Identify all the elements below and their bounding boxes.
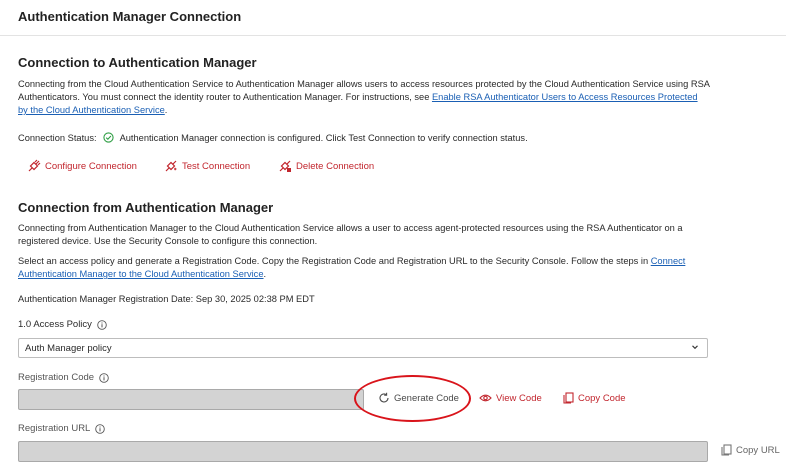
copy-url-button[interactable]: Copy URL xyxy=(721,444,780,456)
delete-connection-button[interactable]: Delete Connection xyxy=(278,159,374,173)
registration-code-label-text: Registration Code xyxy=(18,372,95,383)
section-title-from-am: Connection from Authentication Manager xyxy=(18,200,274,215)
generate-code-button[interactable]: Generate Code xyxy=(378,392,459,404)
access-policy-selected-value: Auth Manager policy xyxy=(25,342,112,354)
copy-url-label: Copy URL xyxy=(736,444,780,456)
from-am-description-line2: registered device. Use the Security Cons… xyxy=(18,236,318,246)
enable-rsa-authenticator-link[interactable]: Enable RSA Authenticator Users to Access… xyxy=(432,92,698,102)
from-am-description: Connecting from Authentication Manager t… xyxy=(18,222,718,248)
access-policy-select[interactable]: Auth Manager policy xyxy=(18,338,708,358)
info-icon[interactable] xyxy=(99,372,109,383)
plug-icon xyxy=(28,159,41,172)
registration-date: Authentication Manager Registration Date… xyxy=(18,294,315,304)
to-am-description: Connecting from the Cloud Authentication… xyxy=(18,78,718,117)
eye-icon xyxy=(479,394,492,402)
connection-status-row: Connection Status: Authentication Manage… xyxy=(18,132,528,143)
connect-am-link-cont[interactable]: Authentication Manager to the Cloud Auth… xyxy=(18,269,264,279)
view-code-button[interactable]: View Code xyxy=(479,392,542,404)
section-title-to-am: Connection to Authentication Manager xyxy=(18,55,257,70)
refresh-icon xyxy=(379,392,389,403)
copy-icon xyxy=(563,392,574,404)
to-am-description-line3: by the Cloud Authentication Service. xyxy=(18,104,718,117)
to-am-description-line2: Authenticators. You must connect the ide… xyxy=(18,91,718,104)
check-circle-icon xyxy=(102,132,114,143)
from-am-steps: Select an access policy and generate a R… xyxy=(18,255,718,281)
registration-url-label-text: Registration URL xyxy=(18,423,91,434)
page-title: Authentication Manager Connection xyxy=(18,9,242,24)
from-am-steps-line2: Authentication Manager to the Cloud Auth… xyxy=(18,268,718,281)
to-am-description-text: Authenticators. You must connect the ide… xyxy=(18,92,432,102)
enable-rsa-authenticator-link-cont[interactable]: by the Cloud Authentication Service xyxy=(18,105,165,115)
plug-test-icon xyxy=(165,160,177,172)
from-am-steps-end: . xyxy=(263,269,267,279)
configure-connection-label: Configure Connection xyxy=(45,160,137,172)
chevron-down-icon xyxy=(691,343,699,354)
test-connection-button[interactable]: Test Connection xyxy=(164,159,250,173)
plug-delete-icon xyxy=(279,160,291,172)
from-am-steps-text: Select an access policy and generate a R… xyxy=(18,256,651,266)
to-am-description-line1: Connecting from the Cloud Authentication… xyxy=(18,79,710,89)
registration-code-field[interactable] xyxy=(18,389,364,410)
delete-connection-label: Delete Connection xyxy=(296,160,375,172)
info-icon[interactable] xyxy=(97,319,107,330)
copy-code-button[interactable]: Copy Code xyxy=(563,392,626,404)
registration-code-label: Registration Code xyxy=(18,372,109,383)
access-policy-label: 1.0 Access Policy xyxy=(18,319,107,330)
to-am-description-end: . xyxy=(164,105,168,115)
page-header: Authentication Manager Connection xyxy=(0,0,786,36)
connection-status-text: Authentication Manager connection is con… xyxy=(119,132,528,143)
configure-connection-button[interactable]: Configure Connection xyxy=(27,159,137,173)
copy-code-label: Copy Code xyxy=(578,392,626,404)
view-code-label: View Code xyxy=(496,392,542,404)
registration-url-label: Registration URL xyxy=(18,423,106,434)
registration-url-field[interactable] xyxy=(18,441,708,462)
copy-icon xyxy=(721,444,732,456)
info-icon[interactable] xyxy=(95,423,106,434)
connect-am-link[interactable]: Connect xyxy=(651,256,686,266)
from-am-steps-line1: Select an access policy and generate a R… xyxy=(18,255,718,268)
access-policy-label-text: 1.0 Access Policy xyxy=(18,319,92,330)
test-connection-label: Test Connection xyxy=(182,160,251,172)
connection-status-label: Connection Status: xyxy=(18,132,97,143)
from-am-description-line1: Connecting from Authentication Manager t… xyxy=(18,223,683,233)
generate-code-label: Generate Code xyxy=(394,392,459,404)
